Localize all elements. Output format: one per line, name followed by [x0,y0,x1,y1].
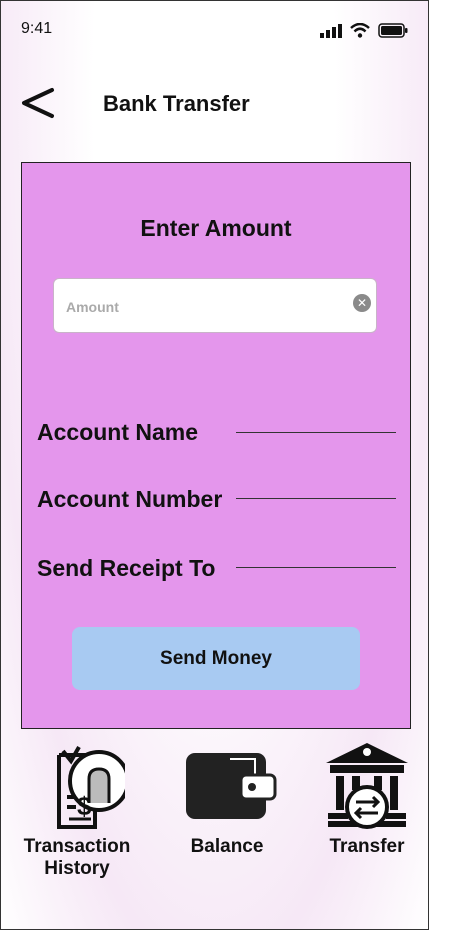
bank-transfer-icon [326,743,408,829]
status-icons [320,23,408,38]
back-button[interactable] [19,85,59,125]
nav-label: Balance [190,836,264,857]
battery-icon [378,23,408,38]
card-heading: Enter Amount [140,215,292,241]
account-name-field[interactable] [236,432,396,433]
send-money-button[interactable]: Send Money [72,627,360,690]
nav-transaction-history[interactable]: $ Transaction History [19,741,135,880]
amount-field[interactable]: ✕ [53,278,377,334]
chevron-left-icon [22,88,54,118]
nav-label: Transfer [329,836,405,857]
account-number-label: Account Number [37,486,223,512]
nav-balance[interactable]: Balance [171,741,283,858]
status-time: 9:41 [21,20,53,37]
signal-icon [320,23,342,38]
svg-text:$: $ [77,791,92,821]
receipt-dollar-icon: $ [57,746,130,829]
nav-label: Transaction History [23,836,131,879]
transfer-card: Enter Amount ✕ Account Name Account Numb… [21,162,411,729]
account-name-label: Account Name [37,419,199,445]
send-receipt-label: Send Receipt To [37,555,216,581]
phone-frame: 9:41 Bank Transfer Enter Amount ✕ [0,0,429,930]
clear-icon[interactable]: ✕ [353,294,371,312]
amount-input[interactable] [64,279,348,334]
wifi-icon [350,23,370,38]
account-number-field[interactable] [236,498,396,499]
page-title: Bank Transfer [103,91,250,116]
send-receipt-field[interactable] [236,567,396,568]
nav-transfer[interactable]: Transfer [319,741,415,858]
wallet-icon [186,753,277,819]
